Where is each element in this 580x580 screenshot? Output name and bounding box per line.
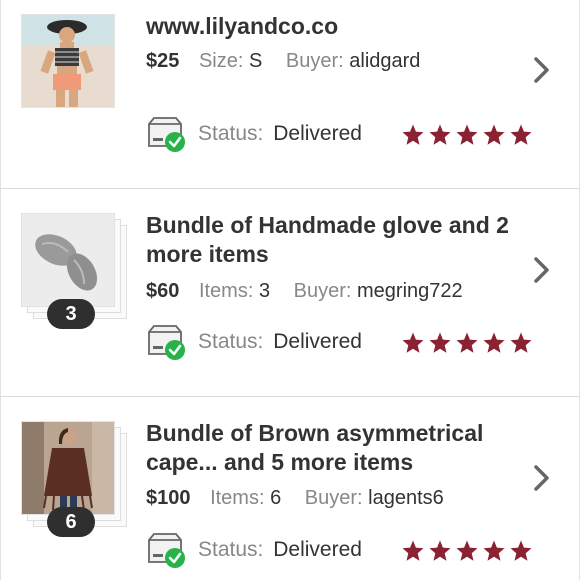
buyer-name: alidgard — [349, 50, 421, 72]
status-text: Status: Delivered — [198, 538, 362, 562]
star-icon — [483, 332, 505, 353]
items-label: Items: — [198, 280, 254, 302]
status-label: Status: — [198, 330, 264, 353]
star-icon — [510, 332, 532, 353]
status-value: Delivered — [273, 122, 362, 145]
order-title: Bundle of Handmade glove and 2 more item… — [146, 212, 509, 267]
buyer-name: lagents6 — [368, 487, 444, 509]
item-thumbnail[interactable] — [21, 14, 121, 114]
star-icon — [456, 124, 478, 145]
chevron-right-icon[interactable] — [531, 56, 553, 84]
item-photo — [21, 421, 115, 515]
order-row[interactable]: www.lilyandco.co $25 Size: S Buyer: alid… — [1, 0, 580, 188]
buyer-label: Buyer: — [304, 487, 363, 509]
order-meta: $60 Items: 3 Buyer: megring722 — [146, 280, 463, 303]
order-price: $25 — [146, 50, 180, 72]
chevron-right-icon[interactable] — [531, 256, 553, 284]
star-icon — [402, 540, 424, 561]
order-row[interactable]: 6 Bundle of Brown asymmetrical cape... a… — [1, 397, 580, 580]
item-thumbnail[interactable]: 3 — [21, 213, 127, 329]
rating-stars — [401, 123, 536, 147]
order-price: $100 — [146, 487, 191, 509]
items-label: Items: — [210, 487, 265, 509]
buyer-label: Buyer: — [293, 280, 352, 302]
rating-stars — [401, 331, 536, 355]
star-icon — [429, 540, 451, 561]
order-status: Status: Delivered — [146, 324, 386, 360]
item-photo — [21, 14, 115, 108]
item-thumbnail[interactable]: 6 — [21, 421, 127, 537]
star-icon — [429, 332, 451, 353]
order-meta: $100 Items: 6 Buyer: lagents6 — [146, 487, 444, 510]
star-icon — [402, 332, 424, 353]
order-price: $60 — [146, 280, 180, 302]
delivered-box-icon — [148, 117, 185, 152]
star-icon — [483, 124, 505, 145]
size-label: Size: — [198, 50, 244, 72]
status-text: Status: Delivered — [198, 330, 362, 354]
star-icon — [483, 540, 505, 561]
orders-list: www.lilyandco.co $25 Size: S Buyer: alid… — [0, 0, 580, 580]
status-label: Status: — [198, 538, 264, 561]
order-title: Bundle of Brown asymmetrical cape... and… — [146, 420, 484, 475]
order-meta: $25 Size: S Buyer: alidgard — [146, 50, 420, 73]
chevron-right-icon[interactable] — [531, 464, 553, 492]
star-icon — [510, 540, 532, 561]
delivered-box-icon — [148, 533, 185, 568]
star-icon — [456, 332, 478, 353]
status-value: Delivered — [273, 538, 362, 561]
size-value: S — [248, 50, 263, 72]
star-icon — [429, 124, 451, 145]
item-photo — [21, 213, 115, 307]
order-row[interactable]: 3 Bundle of Handmade glove and 2 more it… — [1, 189, 580, 396]
item-count-badge: 3 — [47, 299, 95, 329]
buyer-name: megring722 — [357, 280, 463, 302]
item-count-badge: 6 — [47, 507, 95, 537]
status-label: Status: — [198, 122, 264, 145]
star-icon — [402, 124, 424, 145]
buyer-label: Buyer: — [285, 50, 344, 72]
items-value: 3 — [258, 280, 271, 302]
status-value: Delivered — [273, 330, 362, 353]
order-status: Status: Delivered — [146, 532, 386, 568]
order-title: www.lilyandco.co — [146, 13, 339, 39]
order-status: Status: Delivered — [146, 116, 386, 152]
star-icon — [510, 124, 532, 145]
star-icon — [456, 540, 478, 561]
items-value: 6 — [270, 487, 282, 509]
delivered-box-icon — [148, 325, 185, 360]
rating-stars — [401, 539, 536, 563]
status-text: Status: Delivered — [198, 122, 362, 146]
